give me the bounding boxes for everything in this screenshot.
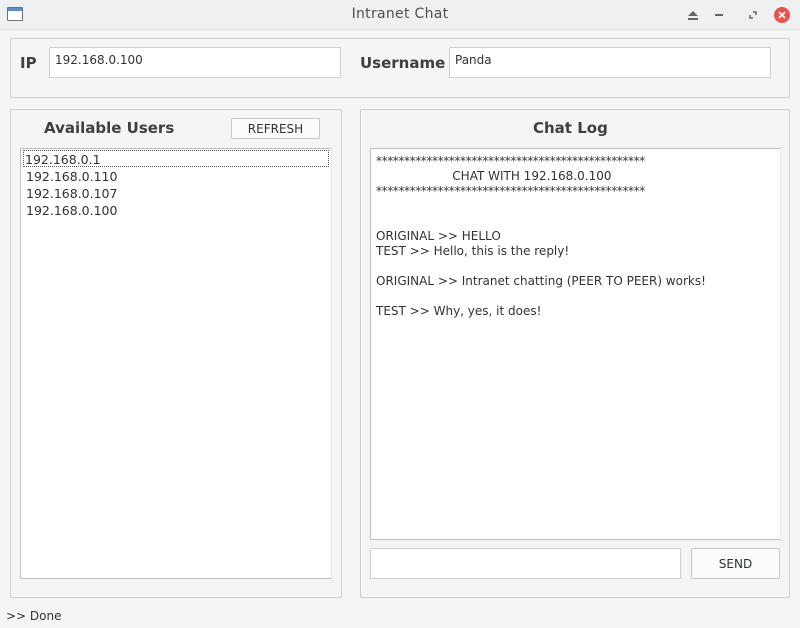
chat-line xyxy=(376,214,775,229)
list-item[interactable]: 192.168.0.110 xyxy=(21,167,331,184)
chat-line: ****************************************… xyxy=(376,154,645,168)
ip-label: IP xyxy=(20,54,37,72)
chat-line: ****************************************… xyxy=(376,184,645,198)
message-input[interactable] xyxy=(370,548,681,579)
available-users-heading: Available Users xyxy=(44,119,175,137)
close-icon[interactable] xyxy=(774,7,790,23)
chat-line: TEST >> Hello, this is the reply! xyxy=(376,244,570,258)
chat-log-heading: Chat Log xyxy=(533,119,608,137)
list-item[interactable]: 192.168.0.1 xyxy=(23,150,329,167)
chat-line xyxy=(376,259,775,274)
chat-line xyxy=(376,289,775,304)
chat-line: TEST >> Why, yes, it does! xyxy=(376,304,542,318)
minimize-icon[interactable] xyxy=(711,7,727,23)
status-text: >> Done xyxy=(6,609,62,623)
chat-line: ORIGINAL >> HELLO xyxy=(376,229,501,243)
users-list[interactable]: 192.168.0.1 192.168.0.110 192.168.0.107 … xyxy=(20,148,332,579)
title-bar: Intranet Chat xyxy=(0,0,800,30)
list-item[interactable]: 192.168.0.100 xyxy=(21,201,331,218)
send-button[interactable]: SEND xyxy=(691,548,780,579)
username-input[interactable]: Panda xyxy=(449,47,771,78)
shade-icon[interactable] xyxy=(685,7,701,23)
ip-input[interactable]: 192.168.0.100 xyxy=(49,47,341,78)
window-title: Intranet Chat xyxy=(351,6,449,22)
maximize-icon[interactable] xyxy=(745,7,761,23)
chat-line: CHAT WITH 192.168.0.100 xyxy=(376,169,612,183)
username-label: Username xyxy=(360,54,446,72)
chat-line xyxy=(376,199,775,214)
list-item[interactable]: 192.168.0.107 xyxy=(21,184,331,201)
chat-log[interactable]: ****************************************… xyxy=(370,148,781,540)
chat-line: ORIGINAL >> Intranet chatting (PEER TO P… xyxy=(376,274,706,288)
refresh-button[interactable]: REFRESH xyxy=(231,118,320,139)
